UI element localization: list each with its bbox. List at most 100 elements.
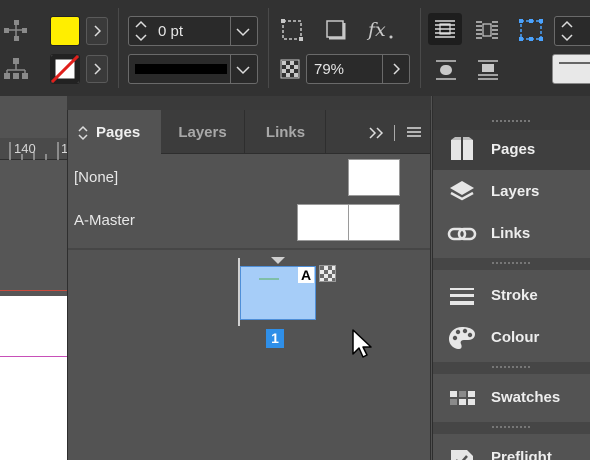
grip-dots-icon <box>492 262 530 264</box>
master-label: [None] <box>74 169 119 186</box>
dock-item-pages[interactable]: Pages <box>433 130 590 170</box>
control-bar-divider <box>118 8 119 88</box>
control-bar: 0 pt fx 79% <box>0 0 590 96</box>
dock-item-layers[interactable]: Layers <box>433 172 590 212</box>
palette-icon <box>449 327 475 349</box>
preflight-icon <box>451 450 473 460</box>
chevron-right-icon <box>94 63 101 75</box>
collapse-double-chevron-icon[interactable] <box>368 126 386 140</box>
chevron-down-icon[interactable] <box>236 65 250 75</box>
stepper-icon[interactable] <box>557 17 577 45</box>
dock-label: Pages <box>491 141 536 158</box>
control-bar-divider <box>420 8 421 88</box>
masters-pages-divider <box>68 248 430 250</box>
select-container-icon[interactable] <box>280 18 304 42</box>
dock-drag-bar[interactable] <box>433 96 590 130</box>
page-thumbnail[interactable]: A <box>240 266 316 320</box>
panel-menu-icon[interactable] <box>406 127 422 139</box>
stroke-weight-value: 0 pt <box>158 22 184 40</box>
master-thumbnail-right[interactable] <box>348 204 400 241</box>
swatches-icon <box>450 391 475 405</box>
stroke-weight-field[interactable]: 0 pt <box>128 16 258 46</box>
stroke-swatch[interactable] <box>50 54 80 84</box>
tab-bar-divider <box>394 125 395 141</box>
tab-label: Pages <box>96 124 141 141</box>
stroke-type-select[interactable] <box>128 54 258 84</box>
dock-group-divider[interactable] <box>433 362 590 374</box>
text-wrap-none-icon <box>435 20 455 38</box>
chevron-down-icon[interactable] <box>236 27 250 37</box>
master-thumbnail-none[interactable] <box>348 159 400 196</box>
dock-label: Swatches <box>491 389 561 406</box>
stepper-icon[interactable] <box>131 17 151 45</box>
document-bg <box>0 96 68 138</box>
wrap-bounding-box-icon[interactable] <box>470 14 504 46</box>
current-spread-marker-icon <box>271 257 285 264</box>
applied-master-badge: A <box>298 267 314 283</box>
page-number: 1 <box>271 330 279 346</box>
horizontal-ruler: 140 1 <box>0 138 68 160</box>
control-bar-divider <box>268 8 269 88</box>
master-thumbnail-left[interactable] <box>297 204 349 241</box>
panel-drag-bar[interactable] <box>67 96 431 110</box>
layers-icon <box>450 181 474 201</box>
reference-point-icon[interactable] <box>2 18 30 44</box>
dock-label: Preflight <box>491 449 552 460</box>
jump-to-next-column-icon[interactable] <box>474 56 502 84</box>
master-label: A-Master <box>74 212 135 229</box>
wrap-offset-field[interactable] <box>552 54 590 84</box>
fill-swatch[interactable] <box>50 16 80 46</box>
opacity-icon <box>280 59 300 79</box>
opacity-value: 79% <box>314 60 345 78</box>
tab-pages[interactable]: Pages <box>68 110 161 155</box>
stroke-icon <box>450 288 474 305</box>
grip-dots-icon <box>492 366 530 368</box>
dock-item-preflight[interactable]: Preflight <box>433 438 590 460</box>
dock-group-divider[interactable] <box>433 422 590 434</box>
wrap-offset-stepper[interactable] <box>554 16 590 46</box>
pages-icon <box>451 137 473 162</box>
master-row-a-master[interactable]: A-Master <box>68 200 430 242</box>
no-text-wrap-button[interactable] <box>428 13 462 45</box>
bleed-guide <box>0 290 68 291</box>
panel-tab-bar: Pages Layers Links <box>68 110 430 155</box>
svg-text:fx: fx <box>366 19 386 41</box>
panel-dock: Pages Layers Links Stroke Colour Swatche… <box>432 96 590 460</box>
margin-guide <box>0 356 68 357</box>
chevron-right-icon[interactable] <box>392 63 400 75</box>
pages-panel: Pages Layers Links [None] A-Master A 1 <box>67 110 431 460</box>
jump-object-icon[interactable] <box>432 56 460 84</box>
master-row-none[interactable]: [None] <box>68 156 430 198</box>
dock-group-divider[interactable] <box>433 258 590 270</box>
dock-label: Layers <box>491 183 540 200</box>
links-icon <box>447 227 477 241</box>
opacity-field[interactable]: 79% <box>306 54 410 84</box>
ruler-ticks <box>9 142 59 160</box>
page-number-badge[interactable]: 1 <box>266 329 284 348</box>
fill-dropdown-button[interactable] <box>86 17 108 45</box>
tab-label: Layers <box>178 123 227 141</box>
stroke-dropdown-button[interactable] <box>86 55 108 83</box>
tab-layers[interactable]: Layers <box>161 110 245 154</box>
document-page[interactable] <box>0 296 68 460</box>
dock-item-colour[interactable]: Colour <box>433 318 590 358</box>
chevron-right-icon <box>94 25 101 37</box>
dock-label: Colour <box>491 329 540 346</box>
page-transparency-icon <box>319 265 336 282</box>
dock-item-swatches[interactable]: Swatches <box>433 378 590 418</box>
tab-resize-icon <box>78 125 88 140</box>
mouse-cursor-icon <box>352 329 372 358</box>
dock-label: Stroke <box>491 287 538 304</box>
reference-point-alt-icon[interactable] <box>2 56 30 82</box>
wrap-around-shape-icon[interactable] <box>516 14 546 46</box>
thumbnail-line <box>259 278 279 280</box>
drop-shadow-icon[interactable] <box>324 18 348 42</box>
dock-item-links[interactable]: Links <box>433 214 590 254</box>
grip-dots-icon <box>492 426 530 428</box>
grip-dots-icon <box>492 120 530 122</box>
dock-item-stroke[interactable]: Stroke <box>433 276 590 316</box>
master-prefix: A <box>300 267 312 283</box>
stroke-none-icon <box>51 55 79 83</box>
effects-fx-icon[interactable]: fx <box>366 16 396 44</box>
tab-links[interactable]: Links <box>246 110 326 154</box>
